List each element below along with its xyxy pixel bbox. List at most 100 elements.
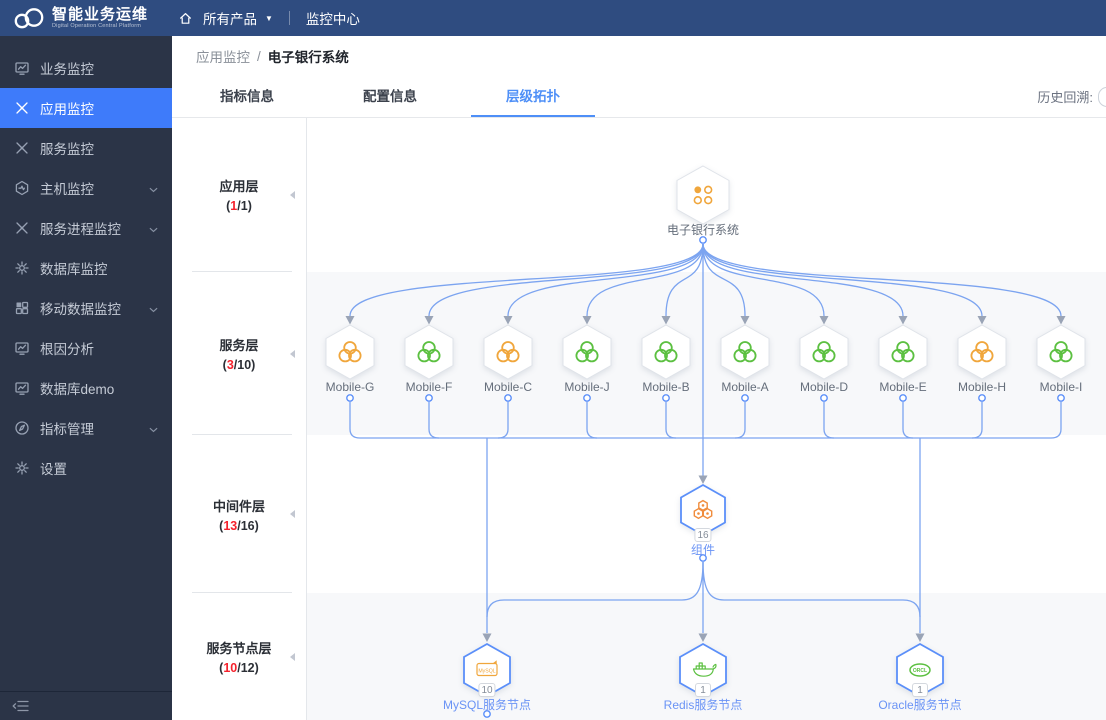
middleware-node-label: 组件: [690, 543, 716, 557]
layer-count: (1/1): [226, 199, 252, 213]
sidebar-item[interactable]: 业务监控: [0, 48, 172, 88]
count-badge: 1: [695, 683, 711, 697]
svg-text:MySQL: MySQL: [478, 668, 495, 674]
collapse-sidebar-icon[interactable]: [12, 700, 30, 712]
sidebar-menu: 业务监控应用监控服务监控主机监控服务进程监控数据库监控移动数据监控根因分析 数据库…: [0, 36, 172, 488]
service-node[interactable]: [402, 322, 456, 382]
root-cause-icon: [14, 340, 30, 356]
brand: 智能业务运维 Digital Operation Central Platfor…: [0, 6, 172, 30]
service-node[interactable]: [797, 322, 851, 382]
metric-manage-icon: [14, 420, 30, 436]
root-app-label: 电子银行系统: [666, 223, 740, 237]
service-node-label: Mobile-A: [721, 380, 769, 394]
chart-monitor-icon: [14, 60, 30, 76]
layer-name: 应用层: [219, 179, 259, 194]
layer-collapse-arrow[interactable]: [290, 349, 295, 358]
tab[interactable]: 配置信息: [325, 76, 455, 117]
history-playback-label: 历史回溯:: [1037, 90, 1093, 105]
sidebar-item[interactable]: 服务进程监控: [0, 208, 172, 248]
service-node-label: Mobile-C: [483, 380, 533, 394]
sidebar-item[interactable]: 主机监控: [0, 168, 172, 208]
home-icon[interactable]: [178, 11, 193, 26]
root-app-node[interactable]: [674, 163, 732, 227]
service-node[interactable]: [481, 322, 535, 382]
service-node-label: Mobile-E: [879, 380, 927, 394]
sidebar-item[interactable]: 设置: [0, 448, 172, 488]
sidebar-item-label: 服务进程监控: [40, 222, 121, 237]
sidebar-item[interactable]: 应用监控: [0, 88, 172, 128]
monitor-center-label: 监控中心: [305, 12, 360, 27]
sidebar-item-label: 移动数据监控: [40, 302, 121, 317]
app-subtitle: Digital Operation Central Platform: [52, 22, 142, 29]
sidebar: 业务监控应用监控服务监控主机监控服务进程监控数据库监控移动数据监控根因分析 数据库…: [0, 36, 172, 720]
layer-count: (13/16): [219, 518, 259, 533]
service-node[interactable]: [718, 322, 772, 382]
history-toggle-cutoff[interactable]: [1098, 86, 1106, 107]
chevron-down-icon: [149, 421, 158, 436]
layer-panel: 应用层 (1/1) 服务层 (3/10) 中间件层 (13/16) 服务节点层 (10/12): [172, 117, 306, 720]
cloud-logo-icon: [14, 8, 44, 29]
layer-row: 服务层 (3/10): [172, 272, 306, 435]
sidebar-item-label: 应用监控: [40, 102, 94, 117]
tab[interactable]: 层级拓扑: [468, 76, 598, 117]
tab[interactable]: 指标信息: [182, 76, 312, 117]
db-node-label: Oracle服务节点: [878, 698, 962, 712]
service-node[interactable]: [1034, 322, 1088, 382]
db-node-label: Redis服务节点: [663, 698, 743, 712]
layer-row: 服务节点层 (10/12): [172, 593, 306, 720]
service-node-label: Mobile-H: [957, 380, 1007, 394]
count-badge: 10: [478, 683, 496, 697]
count-badge: 1: [912, 683, 928, 697]
service-node-label: Mobile-B: [642, 380, 690, 394]
layer-name: 服务层: [219, 338, 259, 353]
topology-canvas: 电子银行系统 Mobile-G Mobile-F Mobile-C Mobile-J Mo…: [307, 117, 1106, 720]
sidebar-item-label: 主机监控: [40, 182, 94, 197]
service-node[interactable]: [560, 322, 614, 382]
active-tab-underline: [471, 115, 595, 117]
layer-collapse-arrow[interactable]: [290, 652, 295, 661]
service-node-label: Mobile-D: [799, 380, 849, 394]
sidebar-footer: [0, 691, 172, 720]
caret-down-icon: ▼: [265, 13, 273, 23]
breadcrumb-section[interactable]: 应用监控: [196, 46, 250, 66]
database-monitor-icon: [14, 260, 30, 276]
service-node-label: Mobile-J: [564, 380, 610, 394]
layer-collapse-arrow[interactable]: [290, 510, 295, 518]
breadcrumb-current: 电子银行系统: [267, 50, 349, 65]
database-demo-icon: [14, 380, 30, 396]
sidebar-item[interactable]: 数据库demo: [0, 368, 172, 408]
sidebar-item[interactable]: 根因分析: [0, 328, 172, 368]
all-products-menu[interactable]: 所有产品 ▼: [203, 8, 273, 28]
process-monitor-icon: [14, 220, 30, 236]
service-node[interactable]: [955, 322, 1009, 382]
monitor-center-link[interactable]: 监控中心: [306, 8, 360, 28]
sidebar-item[interactable]: 指标管理: [0, 408, 172, 448]
service-node-label: Mobile-F: [405, 380, 453, 394]
sidebar-item[interactable]: 数据库监控: [0, 248, 172, 288]
chevron-down-icon: [149, 181, 158, 196]
breadcrumb-separator: /: [257, 48, 261, 64]
layer-collapse-arrow[interactable]: [290, 190, 295, 199]
layer-count: (3/10): [222, 358, 256, 372]
history-playback[interactable]: 历史回溯:: [1037, 86, 1106, 107]
top-navbar: 智能业务运维 Digital Operation Central Platfor…: [0, 0, 1106, 36]
layer-row: 中间件层 (13/16): [172, 435, 306, 593]
app-monitor-icon: [14, 100, 30, 116]
tab-bar: 指标信息 配置信息 层级拓扑 历史回溯:: [172, 76, 1106, 118]
sidebar-item-label: 设置: [40, 462, 67, 477]
service-node[interactable]: [639, 322, 693, 382]
app-title: 智能业务运维: [52, 5, 149, 23]
sidebar-item[interactable]: 移动数据监控: [0, 288, 172, 328]
service-node-label: Mobile-I: [1039, 380, 1083, 394]
count-badge: 16: [694, 528, 712, 542]
service-node[interactable]: [876, 322, 930, 382]
service-node[interactable]: [323, 322, 377, 382]
layer-name: 服务节点层: [206, 641, 272, 656]
sidebar-item-label: 业务监控: [40, 62, 94, 77]
layer-name: 中间件层: [212, 498, 265, 514]
svg-text:ORCL: ORCL: [913, 668, 927, 674]
chevron-down-icon: [149, 301, 158, 316]
sidebar-item[interactable]: 服务监控: [0, 128, 172, 168]
service-node-label: Mobile-G: [325, 380, 375, 394]
panel-divider: [306, 117, 307, 720]
